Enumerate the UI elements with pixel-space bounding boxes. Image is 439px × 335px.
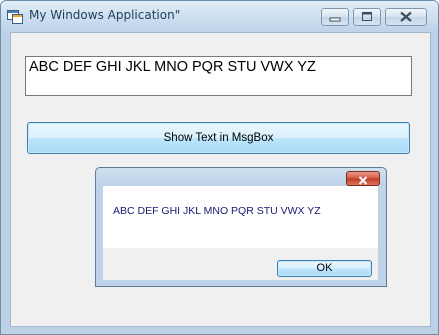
show-text-button[interactable]: Show Text in MsgBox bbox=[27, 122, 410, 154]
maximize-button[interactable] bbox=[353, 8, 381, 26]
text-input[interactable]: ABC DEF GHI JKL MNO PQR STU VWX YZ bbox=[25, 56, 412, 96]
maximize-icon bbox=[362, 12, 372, 21]
message-box-close-button[interactable] bbox=[346, 171, 380, 186]
message-box-footer: OK bbox=[103, 248, 378, 280]
message-box-dialog: ABC DEF GHI JKL MNO PQR STU VWX YZ OK bbox=[95, 167, 387, 287]
message-box-body: ABC DEF GHI JKL MNO PQR STU VWX YZ bbox=[103, 186, 378, 248]
close-icon bbox=[400, 11, 412, 22]
message-box-title-bar[interactable] bbox=[96, 168, 386, 186]
close-button[interactable] bbox=[385, 8, 427, 26]
ok-button[interactable]: OK bbox=[277, 260, 372, 277]
app-icon bbox=[7, 9, 23, 24]
minimize-button[interactable] bbox=[321, 8, 349, 26]
message-text: ABC DEF GHI JKL MNO PQR STU VWX YZ bbox=[113, 205, 321, 217]
window-title: My Windows Application" bbox=[29, 8, 181, 22]
minimize-icon bbox=[329, 17, 341, 22]
title-bar[interactable]: My Windows Application" bbox=[1, 1, 438, 31]
